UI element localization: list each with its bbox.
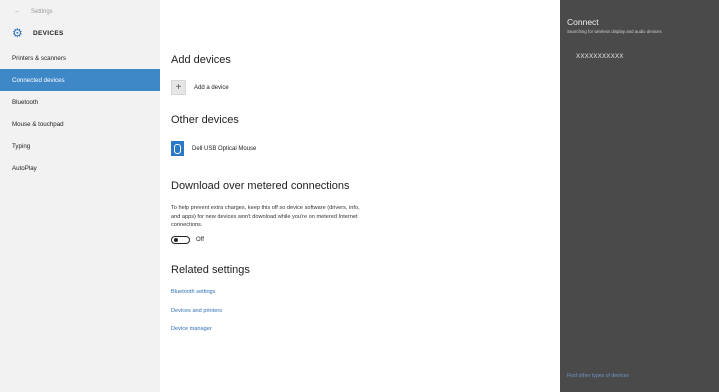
metered-toggle[interactable] — [171, 236, 190, 244]
plus-icon: + — [171, 80, 186, 95]
toggle-knob — [174, 238, 178, 242]
sidebar-item-autoplay[interactable]: AutoPlay — [0, 157, 160, 179]
metered-heading: Download over metered connections — [171, 180, 350, 192]
device-item-mouse[interactable]: Dell USB Optical Mouse — [171, 141, 256, 156]
page-title: DEVICES — [33, 29, 64, 37]
sidebar-item-connected-devices[interactable]: Connected devices — [0, 69, 160, 91]
title-bar: ← Settings — [0, 0, 160, 23]
device-manager-link[interactable]: Device manager — [171, 326, 212, 332]
sidebar-item-mouse-touchpad[interactable]: Mouse & touchpad — [0, 113, 160, 135]
connect-title: Connect — [567, 17, 599, 27]
other-devices-heading: Other devices — [171, 114, 239, 126]
metered-toggle-row: Off — [171, 236, 204, 244]
sidebar-nav: Printers & scanners Connected devices Bl… — [0, 47, 160, 179]
connect-panel: Connect Searching for wireless display a… — [560, 0, 719, 392]
related-settings-heading: Related settings — [171, 264, 250, 276]
bluetooth-settings-link[interactable]: Bluetooth settings — [171, 289, 215, 295]
toggle-state-label: Off — [196, 237, 204, 243]
gear-icon: ⚙ — [12, 26, 23, 40]
device-name: Dell USB Optical Mouse — [192, 145, 257, 152]
add-device-button[interactable]: + Add a device — [171, 80, 229, 95]
sidebar-item-bluetooth[interactable]: Bluetooth — [0, 91, 160, 113]
connect-status: Searching for wireless display and audio… — [567, 29, 662, 34]
back-arrow-icon[interactable]: ← — [14, 8, 21, 15]
metered-description: To help prevent extra charges, keep this… — [171, 205, 360, 228]
sidebar-header: ⚙ DEVICES — [0, 23, 160, 43]
main-content: Add devices + Add a device Other devices… — [160, 0, 560, 392]
add-devices-heading: Add devices — [171, 54, 231, 66]
app-title: Settings — [31, 8, 53, 15]
found-device-item[interactable]: XXXXXXXXXXX — [576, 53, 624, 60]
sidebar-item-printers-scanners[interactable]: Printers & scanners — [0, 47, 160, 69]
add-device-label: Add a device — [194, 84, 229, 91]
find-other-devices-link[interactable]: Find other types of devices — [567, 373, 629, 379]
mouse-icon — [171, 141, 184, 156]
devices-printers-link[interactable]: Devices and printers — [171, 308, 222, 314]
sidebar: ← Settings ⚙ DEVICES Printers & scanners… — [0, 0, 160, 392]
sidebar-item-typing[interactable]: Typing — [0, 135, 160, 157]
